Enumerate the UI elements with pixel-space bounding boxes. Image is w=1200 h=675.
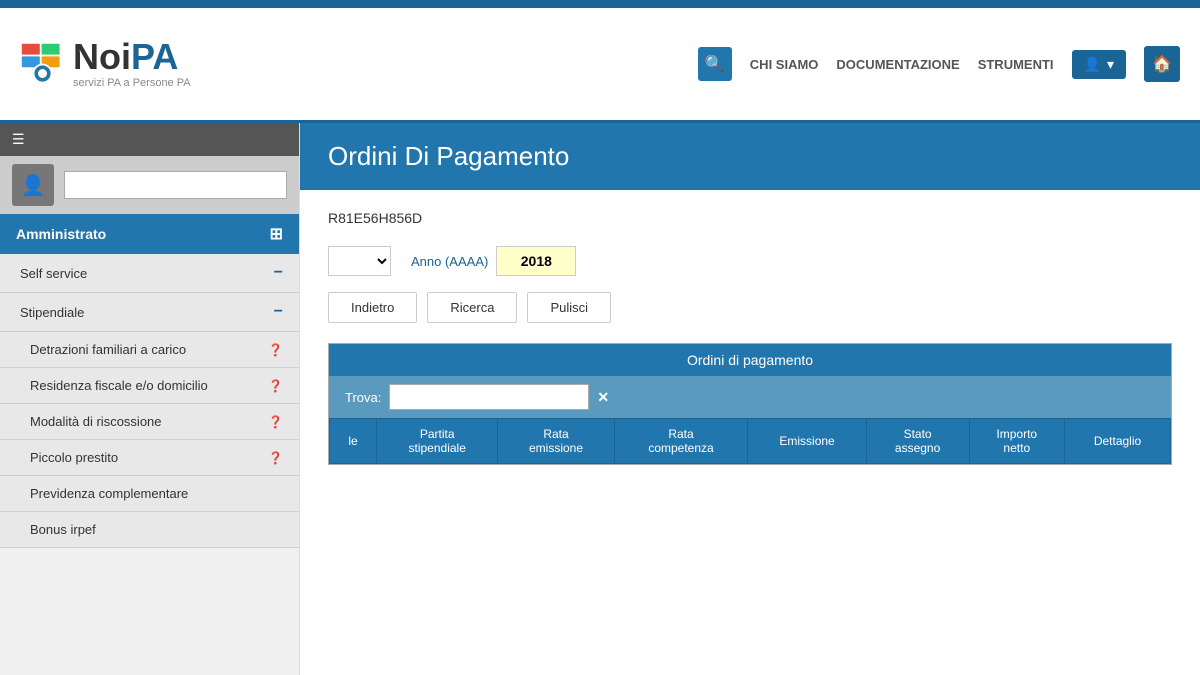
search-icon: 🔍 (705, 54, 725, 74)
page-header: NoiPA servizi PA a Persone PA 🔍 CHI SIAM… (0, 8, 1200, 123)
ordini-table: le Partitastipendiale Rataemissione Rata… (329, 418, 1171, 464)
find-bar: Trova: ✕ (329, 376, 1171, 418)
sidebar-item-label: Bonus irpef (30, 522, 96, 537)
form-area: R81E56H856D Tutti Anno (AAAA) (300, 190, 1200, 485)
find-label: Trova: (345, 390, 381, 405)
anno-label: Anno (AAAA) (411, 254, 488, 269)
user-icon: 👤 (1084, 56, 1101, 73)
sidebar-item-label: Stipendiale (20, 305, 84, 320)
col-rata-emissione: Rataemissione (498, 419, 614, 464)
sidebar-item-residenza[interactable]: Residenza fiscale e/o domicilio ❓ (0, 368, 299, 404)
nav-strumenti[interactable]: STRUMENTI (978, 57, 1054, 72)
collapse-icon: − (274, 303, 283, 321)
hamburger-icon: ☰ (12, 131, 25, 148)
user-avatar-icon: 👤 (21, 173, 46, 198)
search-form: Tutti Anno (AAAA) (328, 246, 1172, 276)
logo-area: NoiPA servizi PA a Persone PA (20, 39, 191, 89)
main-layout: ☰ 👤 Amministrato ⊞ Self service − Stipen… (0, 123, 1200, 675)
col-dettaglio: Dettaglio (1065, 419, 1171, 464)
page-title: Ordini Di Pagamento (328, 141, 569, 171)
sidebar-administered-header[interactable]: Amministrato ⊞ (0, 214, 299, 254)
user-name-input[interactable] (64, 171, 287, 199)
content-area: Ordini Di Pagamento R81E56H856D Tutti (300, 123, 1200, 675)
sidebar-item-previdenza[interactable]: Previdenza complementare (0, 476, 299, 512)
col-le: le (330, 419, 377, 464)
sidebar-item-modalita[interactable]: Modalità di riscossione ❓ (0, 404, 299, 440)
help-icon: ❓ (268, 415, 283, 429)
ricerca-button[interactable]: Ricerca (427, 292, 517, 323)
sidebar-user-bar: 👤 (0, 156, 299, 214)
results-section: Ordini di pagamento Trova: ✕ le Partitas… (328, 343, 1172, 465)
col-stato-assegno: Statoassegno (866, 419, 969, 464)
search-button[interactable]: 🔍 (698, 47, 732, 81)
sidebar-item-detrazioni[interactable]: Detrazioni familiari a carico ❓ (0, 332, 299, 368)
sidebar-item-label: Detrazioni familiari a carico (30, 342, 186, 357)
logo-noi: Noi (73, 36, 131, 77)
sidebar-item-piccolo-prestito[interactable]: Piccolo prestito ❓ (0, 440, 299, 476)
layers-icon: ⊞ (270, 224, 283, 244)
fiscal-code-value: R81E56H856D (328, 210, 422, 226)
noipa-logo-icon (20, 42, 65, 87)
help-icon: ❓ (268, 451, 283, 465)
indietro-button[interactable]: Indietro (328, 292, 417, 323)
nav-documentazione[interactable]: DOCUMENTAZIONE (836, 57, 959, 72)
sidebar-item-label: Piccolo prestito (30, 450, 118, 465)
results-title: Ordini di pagamento (687, 352, 813, 368)
pulisci-button[interactable]: Pulisci (527, 292, 611, 323)
nav-right: 🔍 CHI SIAMO DOCUMENTAZIONE STRUMENTI 👤 ▾… (698, 46, 1180, 82)
chevron-down-icon: ▾ (1107, 56, 1114, 73)
home-button[interactable]: 🏠 (1144, 46, 1180, 82)
tipo-select[interactable]: Tutti (328, 246, 391, 276)
sidebar-menu-bar[interactable]: ☰ (0, 123, 299, 156)
tipo-select-wrapper: Tutti (328, 246, 391, 276)
sidebar-item-label: Self service (20, 266, 87, 281)
sidebar-item-stipendiale[interactable]: Stipendiale − (0, 293, 299, 332)
sidebar-item-bonus-irpef[interactable]: Bonus irpef (0, 512, 299, 548)
avatar: 👤 (12, 164, 54, 206)
anno-input[interactable] (496, 246, 576, 276)
find-clear-icon[interactable]: ✕ (597, 389, 609, 406)
page-title-bar: Ordini Di Pagamento (300, 123, 1200, 190)
help-icon: ❓ (268, 343, 283, 357)
fiscal-code-row: R81E56H856D (328, 210, 1172, 226)
sidebar: ☰ 👤 Amministrato ⊞ Self service − Stipen… (0, 123, 300, 675)
col-importo-netto: Importonetto (969, 419, 1065, 464)
col-rata-competenza: Ratacompetenza (614, 419, 748, 464)
nav-chi-siamo[interactable]: CHI SIAMO (750, 57, 819, 72)
sidebar-item-label: Residenza fiscale e/o domicilio (30, 378, 208, 393)
col-partita-stipendiale: Partitastipendiale (377, 419, 498, 464)
results-header: Ordini di pagamento (329, 344, 1171, 376)
sidebar-item-self-service[interactable]: Self service − (0, 254, 299, 293)
sidebar-item-label: Modalità di riscossione (30, 414, 162, 429)
logo-text: NoiPA servizi PA a Persone PA (73, 39, 191, 89)
logo-noipa-text: NoiPA (73, 39, 178, 75)
tipo-group: Tutti (328, 246, 391, 276)
table-header-row: le Partitastipendiale Rataemissione Rata… (330, 419, 1171, 464)
logo-subtitle: servizi PA a Persone PA (73, 77, 191, 89)
button-row: Indietro Ricerca Pulisci (328, 292, 1172, 323)
anno-group: Anno (AAAA) (411, 246, 576, 276)
col-emissione: Emissione (748, 419, 866, 464)
home-icon: 🏠 (1152, 54, 1172, 74)
user-menu-button[interactable]: 👤 ▾ (1072, 50, 1126, 79)
help-icon: ❓ (268, 379, 283, 393)
top-accent-bar (0, 0, 1200, 8)
logo-pa: PA (131, 36, 178, 77)
collapse-icon: − (274, 264, 283, 282)
sidebar-item-label: Previdenza complementare (30, 486, 188, 501)
administered-label: Amministrato (16, 226, 106, 242)
table-container: le Partitastipendiale Rataemissione Rata… (329, 418, 1171, 464)
find-input[interactable] (389, 384, 589, 410)
